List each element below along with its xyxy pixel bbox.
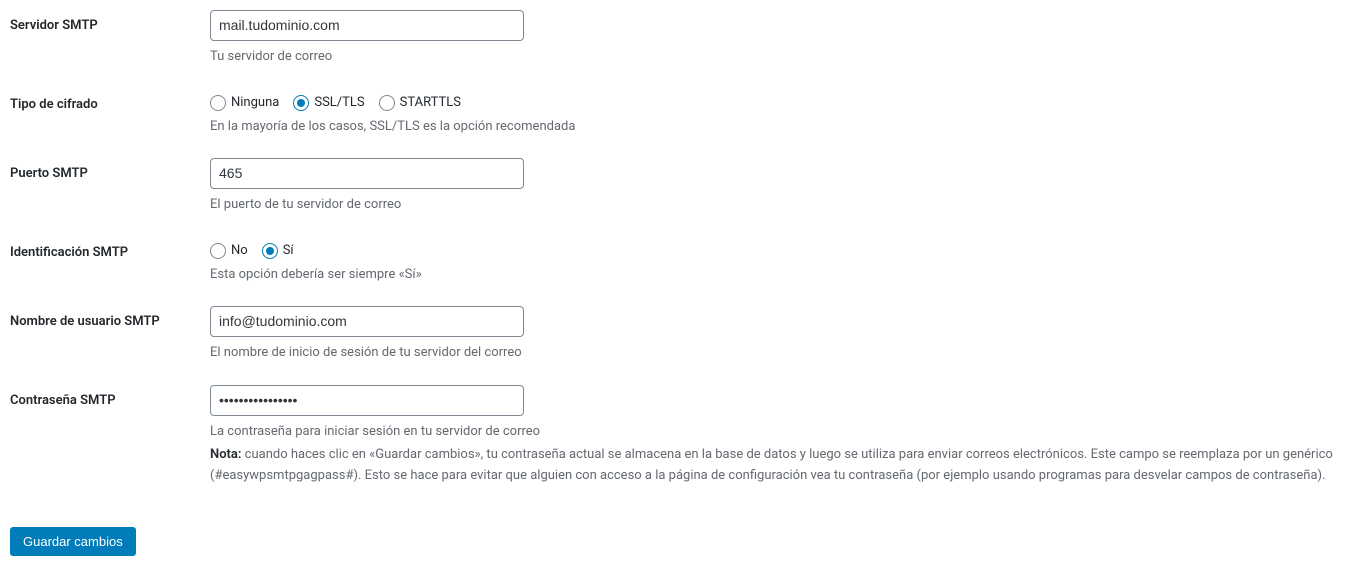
radio-icon: [210, 95, 226, 111]
encryption-description: En la mayoría de los casos, SSL/TLS es l…: [210, 117, 1362, 137]
smtp-password-input[interactable]: [210, 385, 524, 416]
smtp-auth-row: Identificación SMTP No Sí Esta opción de…: [10, 237, 1362, 285]
smtp-password-label: Contraseña SMTP: [10, 385, 210, 408]
smtp-auth-yes-radio[interactable]: Sí: [262, 243, 294, 259]
encryption-starttls-label: STARTTLS: [400, 95, 461, 110]
smtp-password-description: La contraseña para iniciar sesión en tu …: [210, 422, 1362, 442]
smtp-username-field: El nombre de inicio de sesión de tu serv…: [210, 306, 1362, 363]
smtp-server-field: Tu servidor de correo: [210, 10, 1362, 67]
smtp-password-row: Contraseña SMTP La contraseña para inici…: [10, 385, 1362, 487]
smtp-username-label: Nombre de usuario SMTP: [10, 306, 210, 329]
radio-icon: [262, 243, 278, 259]
smtp-port-input[interactable]: [210, 158, 524, 189]
encryption-ssltls-label: SSL/TLS: [314, 95, 364, 110]
smtp-auth-description: Esta opción debería ser siempre «Sí»: [210, 265, 1362, 285]
encryption-ssltls-radio[interactable]: SSL/TLS: [293, 95, 364, 111]
smtp-auth-field: No Sí Esta opción debería ser siempre «S…: [210, 237, 1362, 285]
smtp-auth-label: Identificación SMTP: [10, 237, 210, 260]
encryption-radio-group: Ninguna SSL/TLS STARTTLS: [210, 89, 1362, 111]
save-button[interactable]: Guardar cambios: [10, 527, 136, 556]
smtp-username-description: El nombre de inicio de sesión de tu serv…: [210, 343, 1362, 363]
radio-icon: [379, 95, 395, 111]
smtp-server-label: Servidor SMTP: [10, 10, 210, 33]
smtp-auth-radio-group: No Sí: [210, 237, 1362, 259]
encryption-starttls-radio[interactable]: STARTTLS: [379, 95, 461, 111]
encryption-none-label: Ninguna: [231, 95, 279, 110]
smtp-username-input[interactable]: [210, 306, 524, 337]
smtp-auth-no-radio[interactable]: No: [210, 243, 248, 259]
smtp-port-label: Puerto SMTP: [10, 158, 210, 181]
encryption-none-radio[interactable]: Ninguna: [210, 95, 279, 111]
encryption-label: Tipo de cifrado: [10, 89, 210, 112]
radio-icon: [293, 95, 309, 111]
smtp-server-description: Tu servidor de correo: [210, 47, 1362, 67]
smtp-auth-yes-label: Sí: [283, 243, 294, 258]
smtp-username-row: Nombre de usuario SMTP El nombre de inic…: [10, 306, 1362, 363]
note-label: Nota:: [210, 447, 241, 462]
smtp-port-field: El puerto de tu servidor de correo: [210, 158, 1362, 215]
smtp-server-input[interactable]: [210, 10, 524, 41]
smtp-password-field: La contraseña para iniciar sesión en tu …: [210, 385, 1362, 487]
smtp-port-row: Puerto SMTP El puerto de tu servidor de …: [10, 158, 1362, 215]
encryption-row: Tipo de cifrado Ninguna SSL/TLS STARTTLS…: [10, 89, 1362, 137]
smtp-auth-no-label: No: [231, 243, 248, 258]
smtp-server-row: Servidor SMTP Tu servidor de correo: [10, 10, 1362, 67]
note-text: cuando haces clic en «Guardar cambios», …: [210, 447, 1333, 483]
smtp-password-note: Nota: cuando haces clic en «Guardar camb…: [210, 445, 1362, 487]
encryption-field: Ninguna SSL/TLS STARTTLS En la mayoría d…: [210, 89, 1362, 137]
radio-icon: [210, 243, 226, 259]
smtp-port-description: El puerto de tu servidor de correo: [210, 195, 1362, 215]
